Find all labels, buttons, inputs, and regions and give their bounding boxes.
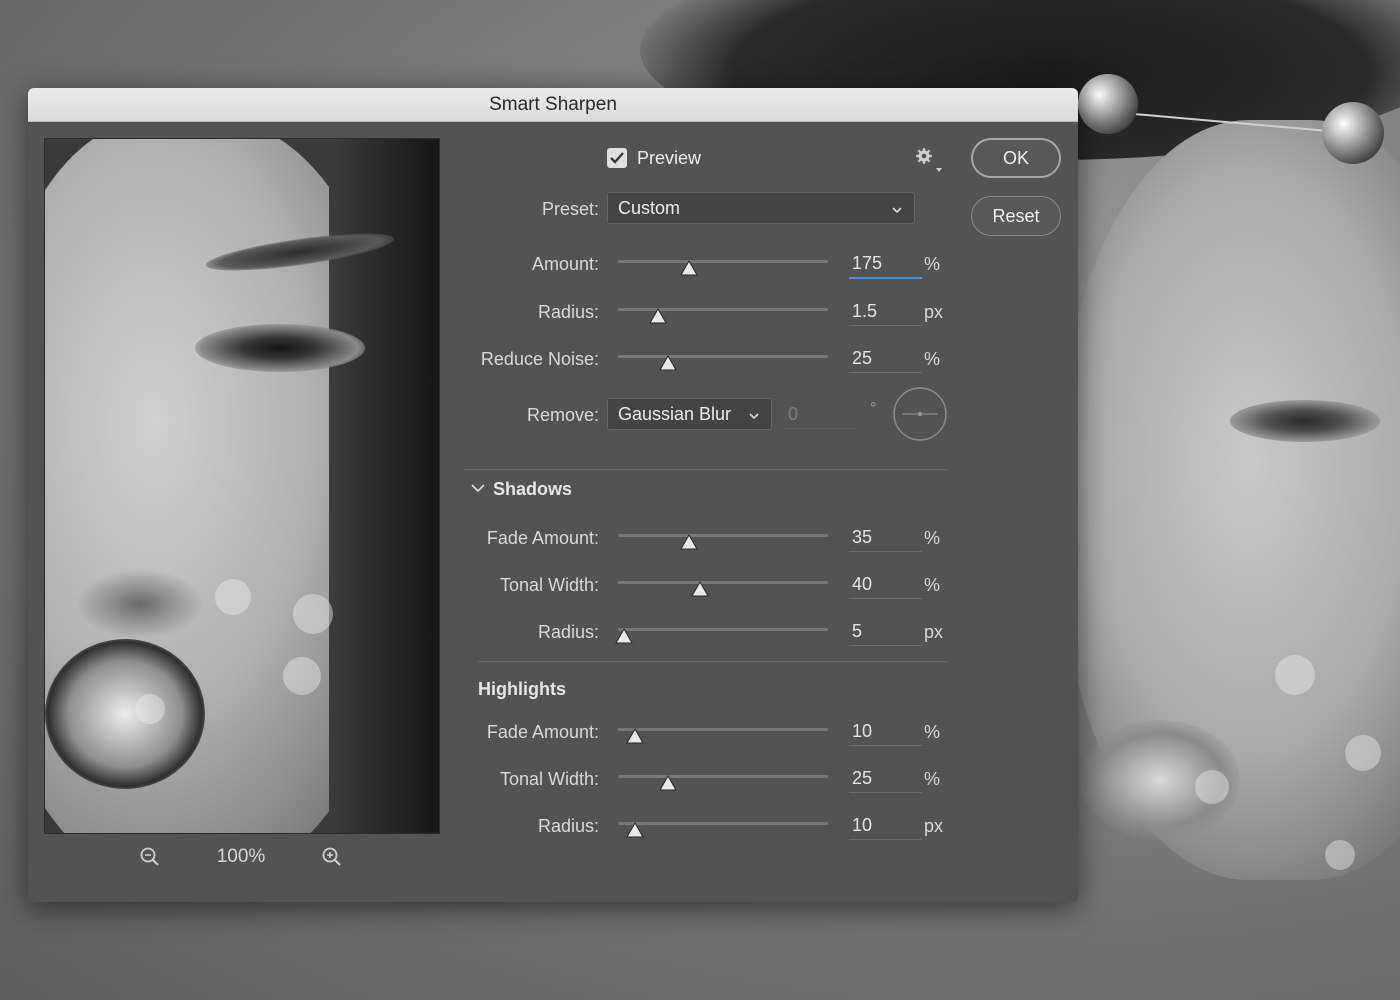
remove-value: Gaussian Blur — [618, 403, 732, 424]
remove-label: Remove: — [526, 405, 599, 425]
highlights-fade-amount-slider[interactable] — [618, 722, 828, 744]
slider-thumb[interactable] — [659, 775, 678, 791]
zoom-in-icon[interactable] — [321, 846, 343, 868]
bokeh-dot — [1345, 735, 1381, 771]
slider-thumb[interactable] — [625, 728, 644, 744]
amount-unit: % — [924, 254, 941, 274]
amount-field[interactable] — [849, 249, 922, 279]
highlights-tonal-width-unit: % — [924, 769, 941, 789]
dialog-titlebar[interactable]: Smart Sharpen — [28, 88, 1078, 122]
reduce-noise-label: Reduce Noise: — [480, 349, 599, 369]
highlights-fade-amount-unit: % — [924, 722, 941, 742]
highlights-tonal-width-slider[interactable] — [618, 769, 828, 791]
highlights-fade-amount-label: Fade Amount: — [486, 722, 599, 742]
ok-button[interactable]: OK — [971, 138, 1061, 178]
shadows-fade-amount-field[interactable] — [849, 523, 922, 552]
bokeh-dot — [215, 579, 251, 615]
shadows-tonal-width-unit: % — [924, 575, 941, 595]
shadows-radius-unit: px — [924, 622, 944, 642]
preview-eye — [195, 324, 365, 372]
reduce-noise-slider[interactable] — [618, 349, 828, 371]
slider-track — [618, 775, 828, 778]
highlights-tonal-width-field[interactable] — [849, 764, 922, 793]
preview-nose — [75, 569, 205, 639]
shadows-tonal-width-slider[interactable] — [618, 575, 828, 597]
angle-dial-icon[interactable] — [892, 386, 948, 442]
zoom-out-icon[interactable] — [139, 846, 161, 868]
bokeh-dot — [1195, 770, 1229, 804]
highlights-tonal-width-label: Tonal Width: — [499, 769, 599, 789]
highlights-radius-unit: px — [924, 816, 944, 836]
gear-icon[interactable] — [914, 146, 942, 174]
shadows-radius-slider[interactable] — [615, 622, 828, 644]
slider-thumb[interactable] — [625, 822, 644, 838]
slider-track — [618, 822, 828, 825]
smart-sharpen-dialog: Smart Sharpen 100% Preview OK Reset Pres… — [28, 88, 1078, 902]
shadows-radius-field[interactable] — [849, 617, 922, 646]
preview-lips — [45, 639, 205, 789]
preview-label: Preview — [637, 148, 702, 168]
bokeh-dot — [1275, 655, 1315, 695]
remove-select[interactable]: Gaussian Blur — [607, 398, 772, 430]
zoom-level: 100% — [216, 846, 266, 867]
shadows-chevron-down-icon[interactable] — [468, 478, 488, 498]
highlights-fade-amount-field[interactable] — [849, 717, 922, 746]
radius-label: Radius: — [537, 302, 599, 322]
preset-label: Preset: — [541, 199, 599, 219]
shadows-radius-label: Radius: — [537, 622, 599, 642]
headpiece-bead — [1078, 74, 1138, 134]
slider-thumb[interactable] — [691, 581, 709, 597]
highlights-radius-label: Radius: — [537, 816, 599, 836]
bokeh-dot — [1325, 840, 1355, 870]
highlights-section-title[interactable]: Highlights — [478, 679, 566, 700]
background-eye — [1230, 400, 1380, 442]
shadows-section-title[interactable]: Shadows — [493, 479, 572, 500]
shadows-tonal-width-label: Tonal Width: — [499, 575, 599, 595]
reduce-noise-unit: % — [924, 349, 941, 369]
slider-track — [618, 581, 828, 584]
zoom-controls: 100% — [44, 840, 438, 874]
headpiece-bead — [1322, 102, 1384, 164]
slider-track — [618, 728, 828, 731]
section-divider — [478, 661, 947, 662]
chevron-down-icon — [890, 201, 904, 215]
radius-unit: px — [924, 302, 944, 322]
slider-thumb[interactable] — [615, 628, 634, 644]
slider-thumb[interactable] — [680, 260, 699, 276]
slider-thumb[interactable] — [659, 355, 678, 371]
slider-track — [618, 534, 828, 537]
preset-value: Custom — [618, 197, 681, 218]
bokeh-dot — [293, 594, 333, 634]
amount-label: Amount: — [531, 254, 599, 274]
shadows-fade-amount-label: Fade Amount: — [486, 528, 599, 548]
reduce-noise-field[interactable] — [849, 344, 922, 373]
slider-track — [618, 628, 828, 631]
reset-button[interactable]: Reset — [971, 196, 1061, 236]
angle-unit: ° — [870, 400, 877, 417]
preview-checkbox[interactable] — [607, 148, 627, 168]
dialog-title: Smart Sharpen — [489, 93, 617, 115]
bokeh-dot — [283, 657, 321, 695]
shadows-fade-amount-unit: % — [924, 528, 941, 548]
amount-slider[interactable] — [618, 254, 828, 276]
highlights-radius-slider[interactable] — [618, 816, 828, 838]
radius-field[interactable] — [849, 297, 922, 326]
bokeh-dot — [135, 694, 165, 724]
highlights-radius-field[interactable] — [849, 811, 922, 840]
radius-slider[interactable] — [618, 302, 828, 324]
chevron-down-icon — [747, 407, 761, 421]
slider-track — [618, 260, 828, 263]
preview-image[interactable] — [44, 138, 440, 834]
slider-track — [618, 355, 828, 358]
preset-select[interactable]: Custom — [607, 192, 915, 224]
shadows-tonal-width-field[interactable] — [849, 570, 922, 599]
slider-thumb[interactable] — [649, 308, 667, 324]
section-divider — [464, 469, 947, 470]
slider-thumb[interactable] — [680, 534, 699, 550]
shadows-fade-amount-slider[interactable] — [618, 528, 828, 550]
angle-field[interactable] — [785, 400, 858, 429]
